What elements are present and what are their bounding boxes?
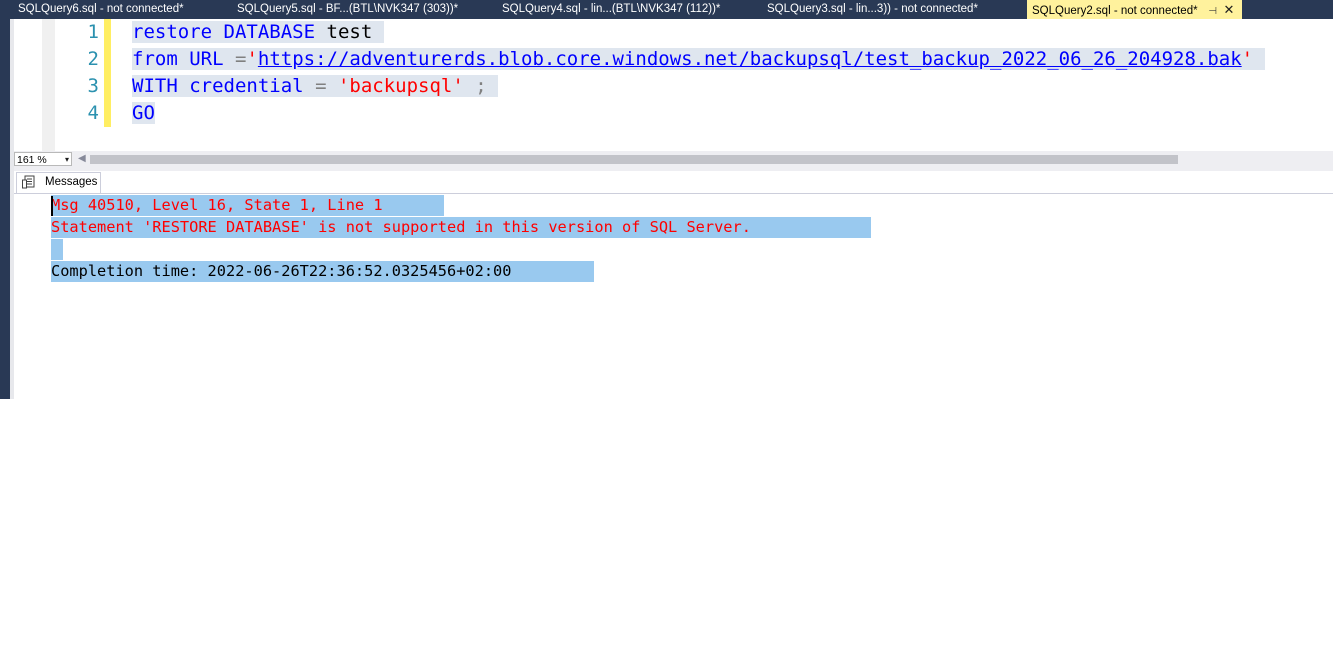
results-splitter[interactable] (14, 168, 1333, 171)
keyword: credential (189, 75, 304, 97)
editor-status-row: 161 % ▾ ◀ (14, 151, 1333, 168)
tab-sqlquery4[interactable]: SQLQuery4.sql - lin...(BTL\NVK347 (112))… (502, 0, 720, 19)
message-line-blank[interactable] (51, 239, 63, 260)
string-literal: 'backupsql' (337, 75, 464, 97)
keyword: WITH (132, 75, 178, 97)
code-text[interactable]: from URL ='https://adventurerds.blob.cor… (132, 48, 1265, 70)
tab-sqlquery3[interactable]: SQLQuery3.sql - lin...3)) - not connecte… (767, 0, 978, 19)
keyword: from (132, 48, 178, 70)
results-pane: Messages Msg 40510, Level 16, State 1, L… (14, 168, 1333, 399)
code-line-1: 1 restore DATABASE test (14, 19, 1333, 46)
messages-tab-label: Messages (45, 176, 98, 188)
url-link[interactable]: https://adventurerds.blob.core.windows.n… (258, 48, 1242, 70)
message-line[interactable]: Statement 'RESTORE DATABASE' is not supp… (51, 217, 871, 238)
line-number: 4 (87, 102, 99, 124)
identifier: URL (189, 48, 224, 70)
identifier: test (326, 21, 373, 43)
code-text[interactable]: restore DATABASE test (132, 21, 384, 43)
code-line-4: 4 GO (14, 100, 1333, 127)
code-line-3: 3 WITH credential = 'backupsql' ; (14, 73, 1333, 100)
change-marker (104, 100, 111, 127)
line-number: 2 (87, 48, 99, 70)
tab-sqlquery5[interactable]: SQLQuery5.sql - BF...(BTL\NVK347 (303))* (237, 0, 458, 19)
line-number: 1 (87, 21, 99, 43)
keyword: GO (132, 102, 155, 124)
code-text[interactable]: WITH credential = 'backupsql' ; (132, 75, 499, 97)
string-quote: ' (246, 48, 258, 70)
zoom-value: 161 % (17, 154, 47, 166)
semicolon: ; (475, 75, 487, 97)
text-caret (51, 196, 53, 216)
scroll-left-icon[interactable]: ◀ (78, 153, 86, 164)
tab-sqlquery2-active[interactable]: SQLQuery2.sql - not connected* ⊣ ✕ (1027, 0, 1242, 19)
close-icon[interactable]: ✕ (1222, 0, 1236, 19)
change-marker (104, 19, 111, 46)
operator: = (315, 75, 327, 97)
divider (14, 193, 1333, 194)
code-text[interactable]: GO (132, 102, 155, 124)
horizontal-scrollbar-thumb[interactable] (90, 155, 1178, 164)
operator: = (235, 48, 247, 70)
tab-messages[interactable]: Messages (16, 172, 101, 193)
line-number: 3 (87, 75, 99, 97)
zoom-dropdown[interactable]: 161 % ▾ (14, 152, 72, 166)
tab-sqlquery2-label: SQLQuery2.sql - not connected* (1032, 5, 1198, 17)
change-marker (104, 46, 111, 73)
query-editor[interactable]: 1 restore DATABASE test 2 from URL ='htt… (14, 19, 1333, 151)
left-window-edge (0, 19, 10, 399)
chevron-down-icon[interactable]: ▾ (65, 153, 69, 167)
keyword: restore (132, 21, 213, 43)
message-line[interactable]: Msg 40510, Level 16, State 1, Line 1 (51, 195, 444, 216)
document-tab-strip: SQLQuery6.sql - not connected* SQLQuery5… (0, 0, 1333, 19)
string-quote: ' (1241, 48, 1254, 70)
messages-icon (22, 175, 35, 189)
message-line[interactable]: Completion time: 2022-06-26T22:36:52.032… (51, 261, 594, 282)
keyword: DATABASE (223, 21, 316, 43)
change-marker (104, 73, 111, 100)
tab-sqlquery6[interactable]: SQLQuery6.sql - not connected* (18, 0, 184, 19)
code-line-2: 2 from URL ='https://adventurerds.blob.c… (14, 46, 1333, 73)
